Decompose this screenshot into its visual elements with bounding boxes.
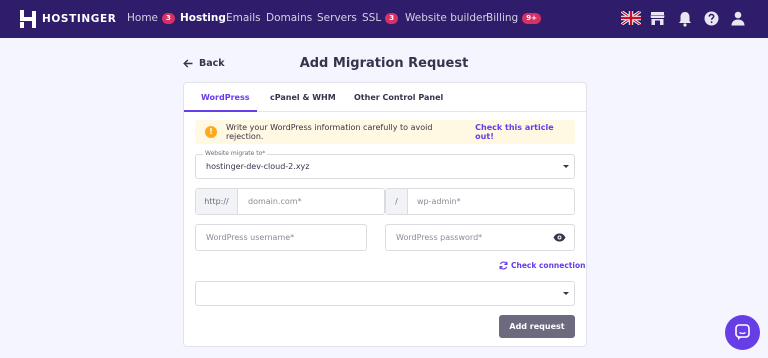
hostinger-logo[interactable]: HOSTINGER [20, 10, 116, 28]
ssl-badge: 3 [385, 12, 399, 24]
nav-hosting[interactable]: Hosting [180, 12, 226, 24]
nav-website-builder-label: Website builder [405, 12, 487, 24]
back-label: Back [199, 58, 225, 69]
warning-alert: ! Write your WordPress information caref… [195, 120, 575, 144]
admin-path-placeholder: wp-admin* [417, 197, 461, 206]
password-field[interactable]: WordPress password* [385, 224, 575, 251]
tab-other-control-panel[interactable]: Other Control Panel [354, 93, 443, 102]
nav-website-builder[interactable]: Website builder [405, 12, 487, 24]
website-select-value: hostinger-dev-cloud-2.xyz [206, 162, 310, 171]
tab-bar: WordPress cPanel & WHM Other Control Pan… [184, 83, 586, 112]
active-tab-indicator [184, 110, 257, 112]
nav-home-label: Home [127, 12, 159, 24]
bell-icon[interactable] [678, 11, 692, 27]
page-title: Add Migration Request [299, 56, 469, 71]
website-select[interactable]: Website migrate to* hostinger-dev-cloud-… [195, 150, 575, 179]
article-link[interactable]: Check this article out! [475, 123, 575, 141]
brand-name: HOSTINGER [42, 13, 117, 25]
uk-flag-icon[interactable] [621, 11, 641, 25]
back-button[interactable]: Back [183, 58, 225, 69]
admin-path-input[interactable]: / wp-admin* [385, 188, 575, 215]
username-field[interactable]: WordPress username* [195, 224, 367, 251]
nav-ssl-label: SSL [362, 12, 382, 24]
refresh-icon [499, 261, 508, 270]
chat-button[interactable] [725, 315, 760, 350]
hostinger-logo-icon [20, 10, 36, 28]
nav-billing-label: Billing [486, 12, 519, 24]
migration-card: WordPress cPanel & WHM Other Control Pan… [183, 82, 587, 347]
user-icon[interactable] [731, 11, 745, 26]
nav-domains-label: Domains [266, 12, 313, 24]
extra-select[interactable] [195, 281, 575, 306]
home-badge: 3 [162, 12, 175, 24]
domain-placeholder: domain.com* [248, 197, 302, 206]
tab-cpanel-whm[interactable]: cPanel & WHM [270, 93, 336, 102]
nav-hosting-label: Hosting [180, 12, 226, 24]
top-navbar: HOSTINGER Home 3 Hosting Emails Domains … [0, 0, 768, 38]
alert-text: Write your WordPress information careful… [225, 123, 433, 141]
domain-input[interactable]: http:// domain.com* [195, 188, 385, 215]
nav-servers[interactable]: Servers [317, 12, 357, 24]
nav-ssl[interactable]: SSL 3 [362, 12, 399, 24]
path-separator: / [386, 189, 408, 214]
nav-servers-label: Servers [317, 12, 357, 24]
chat-icon [735, 324, 750, 340]
store-icon[interactable] [650, 11, 665, 26]
tab-wordpress[interactable]: WordPress [201, 93, 249, 102]
warning-icon: ! [205, 126, 217, 138]
arrow-left-icon [183, 59, 193, 68]
chevron-down-icon [563, 292, 569, 295]
nav-domains[interactable]: Domains [266, 12, 312, 24]
chevron-down-icon [563, 165, 569, 168]
nav-billing[interactable]: Billing 9+ [486, 12, 541, 24]
url-prefix: http:// [196, 189, 238, 214]
nav-home[interactable]: Home 3 [127, 12, 175, 24]
website-select-label: Website migrate to* [203, 150, 268, 157]
nav-emails[interactable]: Emails [226, 12, 261, 24]
eye-icon[interactable] [553, 233, 566, 242]
nav-emails-label: Emails [226, 12, 261, 24]
check-connection-label: Check connection [511, 261, 586, 270]
username-placeholder: WordPress username* [206, 233, 295, 242]
password-placeholder: WordPress password* [396, 233, 483, 242]
check-connection-link[interactable]: Check connection [499, 261, 585, 270]
billing-badge: 9+ [522, 12, 541, 24]
help-icon[interactable] [704, 11, 719, 26]
add-request-button[interactable]: Add request [499, 315, 575, 338]
